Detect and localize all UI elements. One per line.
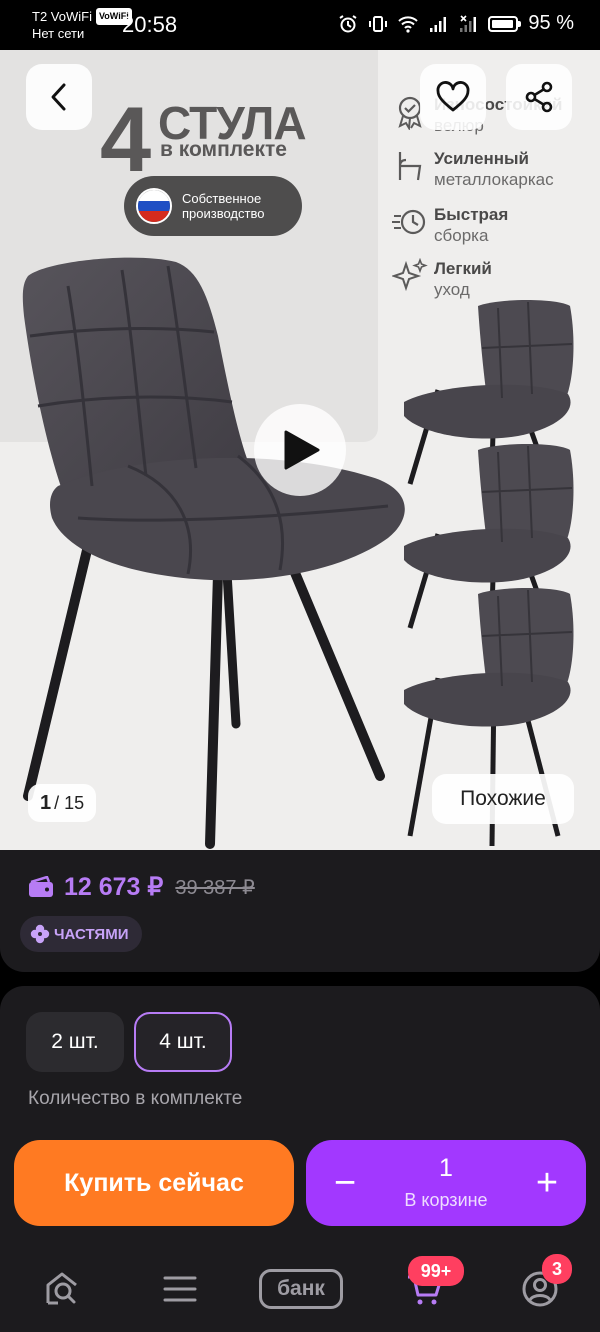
image-counter: 1 / 15 bbox=[28, 784, 97, 822]
chair-image bbox=[22, 257, 405, 849]
signal-icon bbox=[430, 16, 447, 32]
clock: 20:58 bbox=[122, 12, 178, 37]
image-counter-current: 1 bbox=[40, 791, 52, 814]
favorite-button[interactable] bbox=[420, 64, 486, 130]
profile-notification-badge: 3 bbox=[542, 1254, 572, 1284]
cart-count-badge: 99+ bbox=[408, 1256, 464, 1286]
carrier-name: T2 VoWiFi bbox=[32, 9, 92, 24]
bottom-navigation: банк 99+ 3 bbox=[0, 1254, 600, 1332]
buy-now-button[interactable]: Купить сейчас bbox=[14, 1140, 294, 1226]
bank-label: банк bbox=[259, 1269, 343, 1309]
similar-button[interactable]: Похожие bbox=[432, 774, 574, 824]
increase-button[interactable]: + bbox=[508, 1140, 586, 1226]
feature-assembly: Быстрая сборка bbox=[392, 204, 508, 246]
chair-set-image bbox=[404, 300, 574, 847]
vibrate-icon bbox=[369, 15, 388, 32]
clover-icon bbox=[30, 924, 50, 944]
wifi-icon bbox=[398, 15, 419, 33]
in-cart-label[interactable]: В корзине bbox=[384, 1190, 508, 1211]
own-production-text: Собственное производство bbox=[182, 191, 265, 221]
feature-frame: Усиленный металлокаркас bbox=[392, 148, 554, 190]
back-button[interactable] bbox=[26, 64, 92, 130]
current-price: 12 673 ₽ bbox=[64, 873, 164, 901]
chair-frame-icon bbox=[398, 152, 422, 181]
home-search-icon bbox=[46, 1272, 77, 1305]
qty-option-2[interactable]: 2 шт. bbox=[26, 1012, 124, 1072]
qty-option-4-selected[interactable]: 4 шт. bbox=[134, 1012, 232, 1072]
menu-icon bbox=[163, 1276, 197, 1302]
heart-icon bbox=[436, 81, 470, 112]
wallet-icon bbox=[29, 876, 53, 897]
product-gallery[interactable]: 4 СТУЛА в комплекте Собственное производ… bbox=[0, 50, 600, 850]
status-icons: 95 % bbox=[338, 12, 574, 35]
play-video-button[interactable] bbox=[254, 404, 346, 496]
alarm-icon bbox=[339, 14, 357, 32]
share-icon bbox=[525, 81, 553, 113]
promo-subtitle: в комплекте bbox=[160, 138, 287, 161]
battery-icon bbox=[488, 15, 522, 32]
signal-no-service-icon bbox=[460, 14, 477, 32]
installments-badge[interactable]: ЧАСТЯМИ bbox=[20, 916, 143, 952]
network-status: Нет сети bbox=[32, 26, 85, 41]
price-card: 12 673 ₽ 39 387 ₽ ЧАСТЯМИ bbox=[0, 850, 600, 972]
status-bar: T2 VoWiFi VoWiFi Нет сети 20:58 95 % bbox=[0, 0, 600, 50]
fast-assembly-icon bbox=[392, 209, 426, 235]
share-button[interactable] bbox=[506, 64, 572, 130]
cart-quantity: 1 bbox=[439, 1154, 453, 1182]
decrease-button[interactable]: − bbox=[306, 1140, 384, 1226]
tab-catalog[interactable] bbox=[150, 1264, 210, 1314]
price-row: 12 673 ₽ 39 387 ₽ bbox=[28, 872, 255, 902]
image-counter-total: / 15 bbox=[54, 792, 85, 813]
installments-label: ЧАСТЯМИ bbox=[54, 925, 129, 943]
network-info: T2 VoWiFi VoWiFi Нет сети bbox=[32, 8, 132, 42]
russia-flag-icon bbox=[136, 188, 172, 224]
old-price: 39 387 ₽ bbox=[175, 876, 255, 899]
cart-stepper: − 1 В корзине + bbox=[306, 1140, 586, 1226]
tab-bank[interactable]: банк bbox=[258, 1264, 344, 1314]
promo-number: 4 bbox=[100, 89, 152, 191]
battery-percent: 95 % bbox=[528, 12, 574, 34]
own-production-badge: Собственное производство bbox=[124, 176, 302, 236]
kit-quantity-label: Количество в комплекте bbox=[28, 1088, 243, 1109]
tab-home[interactable] bbox=[32, 1264, 92, 1314]
play-icon bbox=[284, 430, 320, 470]
chevron-left-icon bbox=[51, 83, 66, 111]
